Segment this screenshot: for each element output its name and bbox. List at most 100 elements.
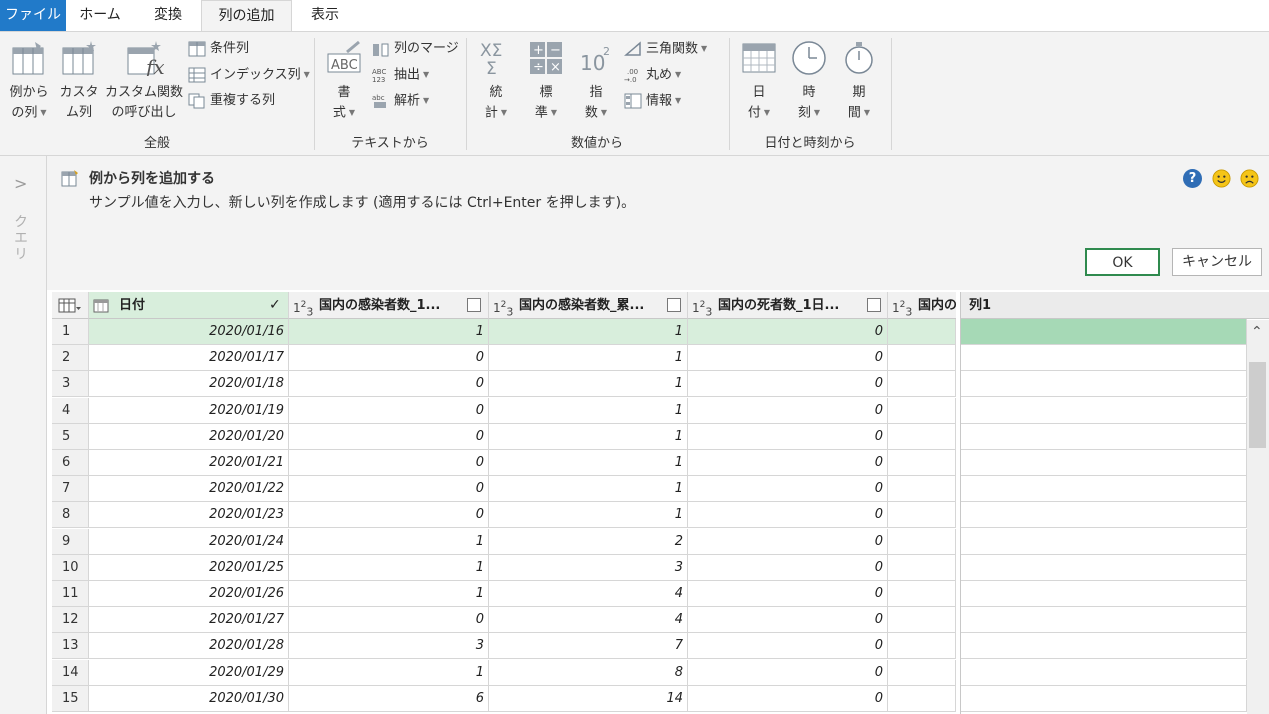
cell-daily-deaths[interactable]: 0: [688, 659, 888, 686]
column-header-cumulative-cases[interactable]: 123 国内の感染者数_累...: [489, 292, 688, 319]
cell-date[interactable]: 2020/01/24: [89, 528, 289, 555]
cell-daily-cases[interactable]: 3: [289, 633, 489, 660]
cell-date[interactable]: 2020/01/16: [89, 319, 289, 345]
scrollbar-thumb[interactable]: [1249, 362, 1266, 448]
cell-truncated[interactable]: [888, 502, 956, 529]
cell-daily-deaths[interactable]: 0: [688, 607, 888, 634]
row-index[interactable]: 6: [52, 450, 89, 476]
row-index[interactable]: 12: [52, 607, 89, 634]
duration-button[interactable]: 期 間 ▼: [837, 40, 881, 124]
cell-date[interactable]: 2020/01/29: [89, 659, 289, 686]
row-index[interactable]: 13: [52, 633, 89, 660]
column-header-date[interactable]: 日付 ✓: [89, 292, 289, 319]
cell-cumulative-cases[interactable]: 14: [489, 685, 688, 712]
example-input-cell[interactable]: [961, 607, 1247, 634]
cell-daily-cases[interactable]: 1: [289, 581, 489, 607]
example-input-cell[interactable]: [961, 423, 1247, 450]
duplicate-column-button[interactable]: 重複する列: [188, 90, 275, 112]
tab-add-column[interactable]: 列の追加: [201, 0, 292, 32]
cell-truncated[interactable]: [888, 528, 956, 555]
cell-cumulative-cases[interactable]: 1: [489, 345, 688, 372]
number-type-icon[interactable]: 123: [692, 292, 712, 318]
cell-truncated[interactable]: [888, 371, 956, 398]
table-row[interactable]: 14 2020/01/29 1 8 0: [52, 659, 956, 686]
row-index[interactable]: 8: [52, 502, 89, 529]
cell-date[interactable]: 2020/01/18: [89, 371, 289, 398]
table-row[interactable]: 7 2020/01/22 0 1 0: [52, 476, 956, 503]
table-row[interactable]: 13 2020/01/28 3 7 0: [52, 633, 956, 660]
cell-cumulative-cases[interactable]: 4: [489, 607, 688, 634]
cell-date[interactable]: 2020/01/28: [89, 633, 289, 660]
cell-daily-deaths[interactable]: 0: [688, 450, 888, 476]
cell-cumulative-cases[interactable]: 4: [489, 581, 688, 607]
column-checkbox-checked-icon[interactable]: ✓: [269, 298, 283, 312]
cell-cumulative-cases[interactable]: 1: [489, 423, 688, 450]
cell-cumulative-cases[interactable]: 1: [489, 397, 688, 424]
cell-date[interactable]: 2020/01/27: [89, 607, 289, 634]
row-index[interactable]: 7: [52, 476, 89, 503]
cell-daily-deaths[interactable]: 0: [688, 476, 888, 503]
example-input-cell[interactable]: [961, 633, 1247, 660]
conditional-column-button[interactable]: 条件列: [188, 38, 249, 60]
cell-truncated[interactable]: [888, 607, 956, 634]
table-row[interactable]: 10 2020/01/25 1 3 0: [52, 554, 956, 581]
cell-truncated[interactable]: [888, 476, 956, 503]
help-icon[interactable]: ?: [1183, 169, 1202, 188]
example-input-cell[interactable]: [961, 581, 1247, 607]
cell-daily-deaths[interactable]: 0: [688, 554, 888, 581]
cell-daily-cases[interactable]: 6: [289, 685, 489, 712]
cell-truncated[interactable]: [888, 581, 956, 607]
cell-cumulative-cases[interactable]: 8: [489, 659, 688, 686]
cell-truncated[interactable]: [888, 450, 956, 476]
date-type-icon[interactable]: [93, 298, 109, 313]
column-header-daily-cases[interactable]: 123 国内の感染者数_1...: [289, 292, 489, 319]
cell-daily-deaths[interactable]: 0: [688, 371, 888, 398]
row-index[interactable]: 4: [52, 397, 89, 424]
smile-feedback-icon[interactable]: [1212, 169, 1231, 188]
expand-chevron-icon[interactable]: >: [14, 174, 27, 193]
cell-truncated[interactable]: [888, 685, 956, 712]
cell-cumulative-cases[interactable]: 1: [489, 450, 688, 476]
table-row[interactable]: 4 2020/01/19 0 1 0: [52, 397, 956, 424]
table-row[interactable]: 1 2020/01/16 1 1 0: [52, 319, 956, 345]
information-button[interactable]: 情報 ▼: [624, 90, 681, 112]
table-row[interactable]: 5 2020/01/20 0 1 0: [52, 423, 956, 450]
table-row[interactable]: 2 2020/01/17 0 1 0: [52, 345, 956, 372]
cell-daily-cases[interactable]: 0: [289, 476, 489, 503]
cell-daily-deaths[interactable]: 0: [688, 397, 888, 424]
cell-truncated[interactable]: [888, 345, 956, 372]
row-index[interactable]: 1: [52, 319, 89, 345]
cell-date[interactable]: 2020/01/26: [89, 581, 289, 607]
cell-daily-deaths[interactable]: 0: [688, 345, 888, 372]
number-type-icon[interactable]: 123: [293, 292, 313, 318]
cell-date[interactable]: 2020/01/30: [89, 685, 289, 712]
example-column-header[interactable]: 列1: [961, 292, 1269, 319]
cell-date[interactable]: 2020/01/25: [89, 554, 289, 581]
cell-daily-deaths[interactable]: 0: [688, 502, 888, 529]
cell-date[interactable]: 2020/01/20: [89, 423, 289, 450]
scientific-button[interactable]: 10 2 指 数 ▼: [574, 40, 618, 124]
cell-cumulative-cases[interactable]: 1: [489, 319, 688, 345]
cell-daily-cases[interactable]: 0: [289, 450, 489, 476]
column-checkbox[interactable]: [867, 298, 881, 312]
cell-cumulative-cases[interactable]: 1: [489, 502, 688, 529]
cell-cumulative-cases[interactable]: 1: [489, 371, 688, 398]
row-index[interactable]: 15: [52, 685, 89, 712]
example-input-cell[interactable]: [961, 528, 1247, 555]
ok-button[interactable]: OK: [1085, 248, 1160, 276]
tab-transform[interactable]: 変換: [138, 0, 198, 31]
cell-daily-deaths[interactable]: 0: [688, 423, 888, 450]
table-row[interactable]: 8 2020/01/23 0 1 0: [52, 502, 956, 529]
query-pane-label[interactable]: クエリ: [10, 214, 30, 262]
date-button[interactable]: 日 付 ▼: [737, 40, 781, 124]
row-index[interactable]: 2: [52, 345, 89, 372]
cell-date[interactable]: 2020/01/17: [89, 345, 289, 372]
cell-daily-deaths[interactable]: 0: [688, 685, 888, 712]
cell-truncated[interactable]: [888, 319, 956, 345]
example-input-cell[interactable]: [961, 450, 1247, 476]
frown-feedback-icon[interactable]: [1240, 169, 1259, 188]
cell-truncated[interactable]: [888, 633, 956, 660]
table-row[interactable]: 15 2020/01/30 6 14 0: [52, 685, 956, 712]
column-from-examples-button[interactable]: 例から の列 ▼: [4, 40, 54, 124]
custom-column-button[interactable]: カスタ ム列: [57, 40, 101, 123]
